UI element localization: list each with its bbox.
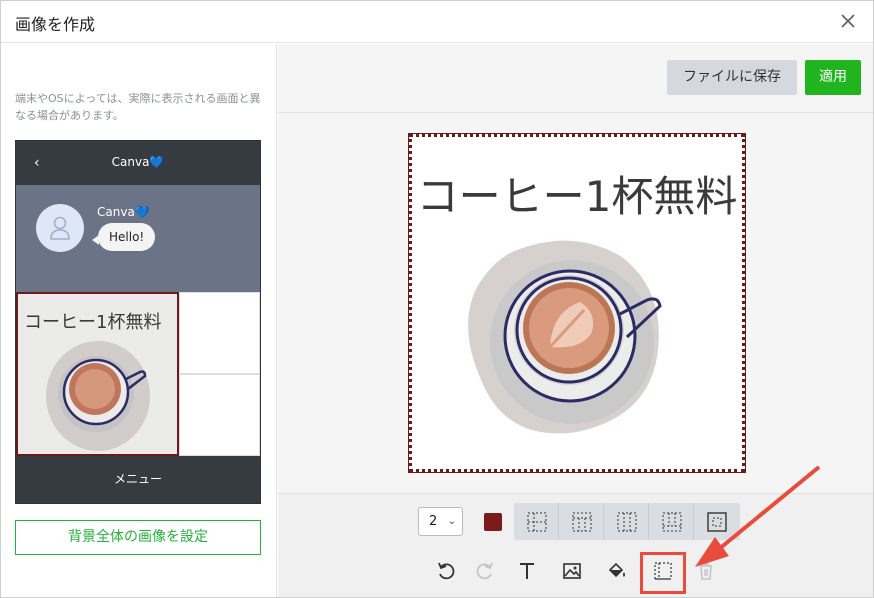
create-image-dialog: 画像を作成 端末やOSによっては、実際に表示される画面と異なる場合があります。 … [0, 0, 874, 598]
dialog-titlebar: 画像を作成 [1, 1, 873, 43]
grid-bottom-icon[interactable] [649, 503, 694, 540]
redo-icon[interactable] [471, 557, 499, 585]
apply-button[interactable]: 適用 [805, 60, 861, 95]
dialog-title: 画像を作成 [15, 15, 96, 34]
phone-preview: ‹ Canva💙 Canva💙 Hello! コーヒー1杯無料 メニュー [15, 140, 261, 504]
canvas-area: コーヒー1杯無料 [278, 113, 873, 493]
user-icon [50, 216, 70, 240]
action-bar: ファイルに保存 適用 [278, 44, 873, 113]
rich-menu-cell-b [179, 292, 260, 374]
preview-panel: 端末やOSによっては、実際に表示される画面と異なる場合があります。 ‹ Canv… [1, 44, 277, 597]
chat-area: Canva💙 Hello! [16, 185, 260, 292]
close-icon[interactable] [837, 10, 859, 32]
grid-layout-group [514, 503, 740, 540]
line-width-select[interactable]: 2 ⌄ [418, 507, 463, 536]
message-bubble: Hello! [91, 223, 156, 251]
save-file-button[interactable]: ファイルに保存 [667, 60, 797, 95]
line-color-swatch[interactable] [484, 513, 502, 531]
grid-dotted-icon[interactable] [514, 503, 559, 540]
set-background-button[interactable]: 背景全体の画像を設定 [15, 520, 261, 555]
chevron-down-icon: ⌄ [447, 516, 456, 527]
grid-top-icon[interactable] [559, 503, 604, 540]
preview-note: 端末やOSによっては、実際に表示される画面と異なる場合があります。 [15, 92, 261, 122]
sender-name: Canva💙 [97, 205, 150, 219]
phone-header: ‹ Canva💙 [16, 141, 260, 185]
phone-title: Canva💙 [111, 155, 165, 169]
rich-menu-cell-a: コーヒー1杯無料 [16, 292, 179, 456]
coffee-cup-image[interactable] [452, 232, 702, 442]
highlight-box [640, 552, 686, 594]
avatar [36, 204, 84, 252]
trash-icon[interactable] [692, 557, 720, 585]
rich-menu-preview: コーヒー1杯無料 [16, 292, 260, 456]
rich-menu-text: コーヒー1杯無料 [24, 312, 162, 333]
canvas-text[interactable]: コーヒー1杯無料 [412, 163, 742, 224]
image-icon[interactable] [558, 557, 586, 585]
text-icon[interactable] [513, 557, 541, 585]
menu-bar: メニュー [16, 456, 260, 503]
grid-center-icon[interactable] [694, 503, 739, 540]
rich-menu-cell-c [179, 374, 260, 456]
undo-icon[interactable] [432, 557, 460, 585]
line-width-value: 2 [429, 514, 438, 529]
image-canvas[interactable]: コーヒー1杯無料 [408, 133, 746, 473]
editor-toolbar: 2 ⌄ [278, 493, 873, 597]
fill-icon[interactable] [602, 557, 630, 585]
grid-columns-icon[interactable] [604, 503, 649, 540]
coffee-thumbnail-icon [46, 341, 150, 451]
